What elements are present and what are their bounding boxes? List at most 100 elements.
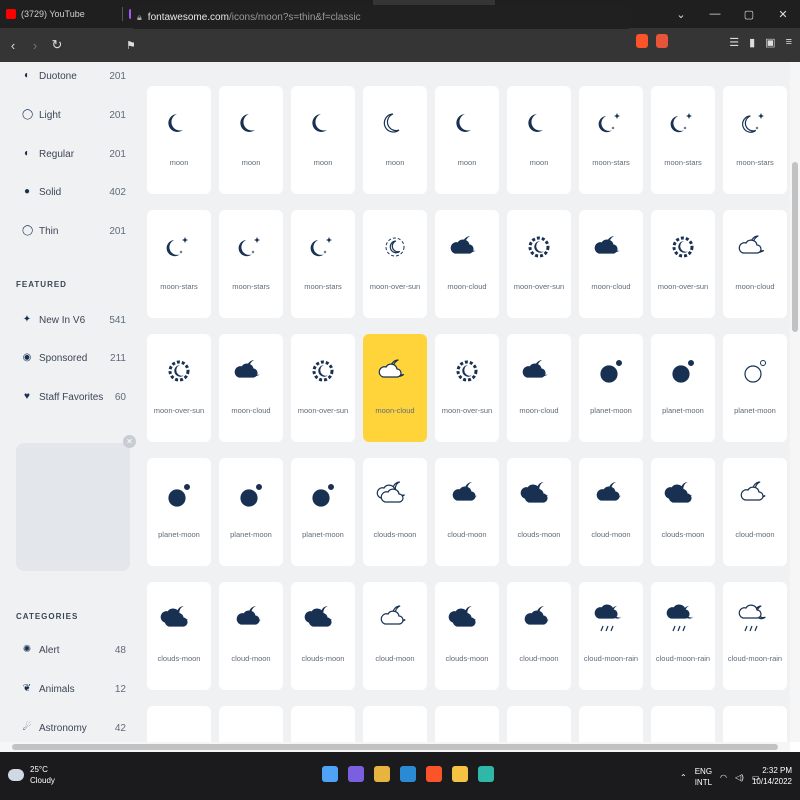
icon-tile[interactable] xyxy=(435,706,499,742)
icon-tile[interactable]: moon-stars xyxy=(147,210,211,318)
icon-tile[interactable]: moon-stars xyxy=(723,86,787,194)
clock[interactable]: 2:32 PM 10/14/2022 xyxy=(752,765,792,787)
sidebar-item-regular[interactable]: ◐ Regular 201 xyxy=(22,146,126,162)
icon-tile[interactable]: clouds-moon xyxy=(507,458,571,566)
icon-tile[interactable]: moon-cloud xyxy=(507,334,571,442)
back-button[interactable]: ‹ xyxy=(4,38,22,53)
icon-tile[interactable]: cloud-moon xyxy=(435,458,499,566)
icon-tile[interactable]: cloud-moon-rain xyxy=(723,582,787,690)
icon-tile[interactable]: moon-over-sun xyxy=(147,334,211,442)
icon-tile[interactable]: planet-moon xyxy=(579,334,643,442)
icon-tile[interactable]: clouds-moon xyxy=(363,458,427,566)
icon-tile[interactable] xyxy=(291,706,355,742)
bookmark-icon[interactable]: ⚑ xyxy=(126,39,136,52)
brave-rewards-icon[interactable] xyxy=(656,34,668,48)
icon-tile[interactable] xyxy=(651,706,715,742)
sidebar-item-solid[interactable]: ● Solid 402 xyxy=(22,184,126,200)
icon-tile[interactable]: planet-moon xyxy=(291,458,355,566)
icon-tile[interactable]: moon-over-sun xyxy=(507,210,571,318)
icon-tile[interactable]: moon-over-sun xyxy=(363,210,427,318)
icon-tile[interactable]: moon xyxy=(147,86,211,194)
app-icon[interactable] xyxy=(374,766,390,782)
icon-tile[interactable]: moon xyxy=(291,86,355,194)
address-bar[interactable]: 🔒︎ fontawesome.com /icons/moon?s=thin&f=… xyxy=(131,5,631,29)
language-indicator[interactable]: ENG INTL xyxy=(695,766,712,788)
sidebar-item-new-in-v6[interactable]: ✦ New In V6 541 xyxy=(22,312,126,328)
wifi-icon[interactable]: ◠ xyxy=(720,773,727,782)
icon-tile[interactable]: cloud-moon-rain xyxy=(579,582,643,690)
icon-tile[interactable]: moon-over-sun xyxy=(435,334,499,442)
icon-tile[interactable]: clouds-moon xyxy=(291,582,355,690)
icon-tile[interactable] xyxy=(363,706,427,742)
vertical-scrollbar[interactable] xyxy=(790,62,800,742)
icon-tile[interactable]: moon-cloud xyxy=(435,210,499,318)
icon-tile[interactable]: planet-moon xyxy=(219,458,283,566)
menu-icon[interactable]: ≡ xyxy=(786,36,792,49)
icon-tile[interactable]: moon-stars xyxy=(651,86,715,194)
icon-tile[interactable]: moon xyxy=(435,86,499,194)
sidebar-item-duotone[interactable]: ◐ Duotone 201 xyxy=(22,68,126,84)
icon-tile[interactable]: moon xyxy=(507,86,571,194)
brave-icon[interactable] xyxy=(426,766,442,782)
edge-icon[interactable] xyxy=(478,766,494,782)
icon-tile[interactable]: planet-moon xyxy=(723,334,787,442)
horizontal-scrollbar[interactable] xyxy=(0,742,790,752)
chevron-up-icon[interactable]: ⌃ xyxy=(680,773,687,782)
icon-tile[interactable]: moon-cloud xyxy=(723,210,787,318)
icon-tile[interactable]: moon xyxy=(219,86,283,194)
sidebar-item-astronomy[interactable]: ☄ Astronomy 42 xyxy=(22,720,126,736)
teams-icon[interactable] xyxy=(348,766,364,782)
icon-tile[interactable]: cloud-moon xyxy=(723,458,787,566)
sidebar-item-staff-favorites[interactable]: ♥ Staff Favorites 60 xyxy=(22,389,126,405)
icon-tile[interactable]: moon-cloud xyxy=(363,334,427,442)
start-icon[interactable] xyxy=(322,766,338,782)
horizontal-scroll-thumb[interactable] xyxy=(12,744,778,750)
icon-tile[interactable]: clouds-moon xyxy=(435,582,499,690)
reload-button[interactable]: ↻ xyxy=(48,37,66,53)
browser-tab[interactable]: (3729) YouTube xyxy=(0,0,122,28)
icon-tile[interactable]: planet-moon xyxy=(651,334,715,442)
lock-icon[interactable]: 🔒︎ xyxy=(137,12,142,23)
icon-tile[interactable]: moon xyxy=(363,86,427,194)
sidebar-item-thin[interactable]: ◯ Thin 201 xyxy=(22,223,126,239)
icon-tile[interactable] xyxy=(579,706,643,742)
close-ad-icon[interactable]: ✕ xyxy=(123,435,136,448)
tab-search-icon[interactable]: ⌄ xyxy=(664,8,698,21)
icon-tile[interactable]: moon-over-sun xyxy=(291,334,355,442)
minimize-button[interactable]: — xyxy=(698,8,732,20)
volume-icon[interactable]: ◁) xyxy=(735,773,744,782)
icon-tile[interactable]: clouds-moon xyxy=(651,458,715,566)
icon-tile[interactable]: moon-stars xyxy=(219,210,283,318)
icon-tile[interactable]: moon-cloud xyxy=(579,210,643,318)
sidebar-item-light[interactable]: ◯ Light 201 xyxy=(22,107,126,123)
icon-tile[interactable]: cloud-moon xyxy=(219,582,283,690)
playlist-icon[interactable]: ☰ xyxy=(729,36,739,49)
icon-tile[interactable] xyxy=(147,706,211,742)
forward-button[interactable]: › xyxy=(26,38,44,53)
brave-shields-icon[interactable] xyxy=(636,34,648,48)
file-explorer-icon[interactable] xyxy=(452,766,468,782)
icon-tile[interactable]: clouds-moon xyxy=(147,582,211,690)
icon-tile[interactable]: cloud-moon xyxy=(579,458,643,566)
sidebar-toggle-icon[interactable]: ▮ xyxy=(749,36,755,49)
wallet-icon[interactable]: ▣ xyxy=(765,36,775,49)
icon-tile[interactable]: moon-cloud xyxy=(219,334,283,442)
maximize-button[interactable]: ▢ xyxy=(732,8,766,21)
icon-tile[interactable]: moon-stars xyxy=(291,210,355,318)
icon-tile[interactable]: cloud-moon-rain xyxy=(651,582,715,690)
weather-widget[interactable]: 25°C Cloudy xyxy=(8,764,55,786)
icon-tile[interactable]: moon-stars xyxy=(579,86,643,194)
icon-tile[interactable] xyxy=(507,706,571,742)
sidebar-item-animals[interactable]: ❦ Animals 12 xyxy=(22,681,126,697)
sidebar-item-sponsored[interactable]: ◉ Sponsored 211 xyxy=(22,350,126,366)
vscode-icon[interactable] xyxy=(400,766,416,782)
close-window-button[interactable]: ✕ xyxy=(766,8,800,21)
vertical-scroll-thumb[interactable] xyxy=(792,162,798,332)
icon-tile[interactable]: planet-moon xyxy=(147,458,211,566)
icon-tile[interactable]: cloud-moon xyxy=(363,582,427,690)
icon-tile[interactable] xyxy=(723,706,787,742)
icon-tile[interactable]: moon-over-sun xyxy=(651,210,715,318)
sidebar-item-alert[interactable]: ✺ Alert 48 xyxy=(22,642,126,658)
icon-tile[interactable] xyxy=(219,706,283,742)
icon-tile[interactable]: cloud-moon xyxy=(507,582,571,690)
